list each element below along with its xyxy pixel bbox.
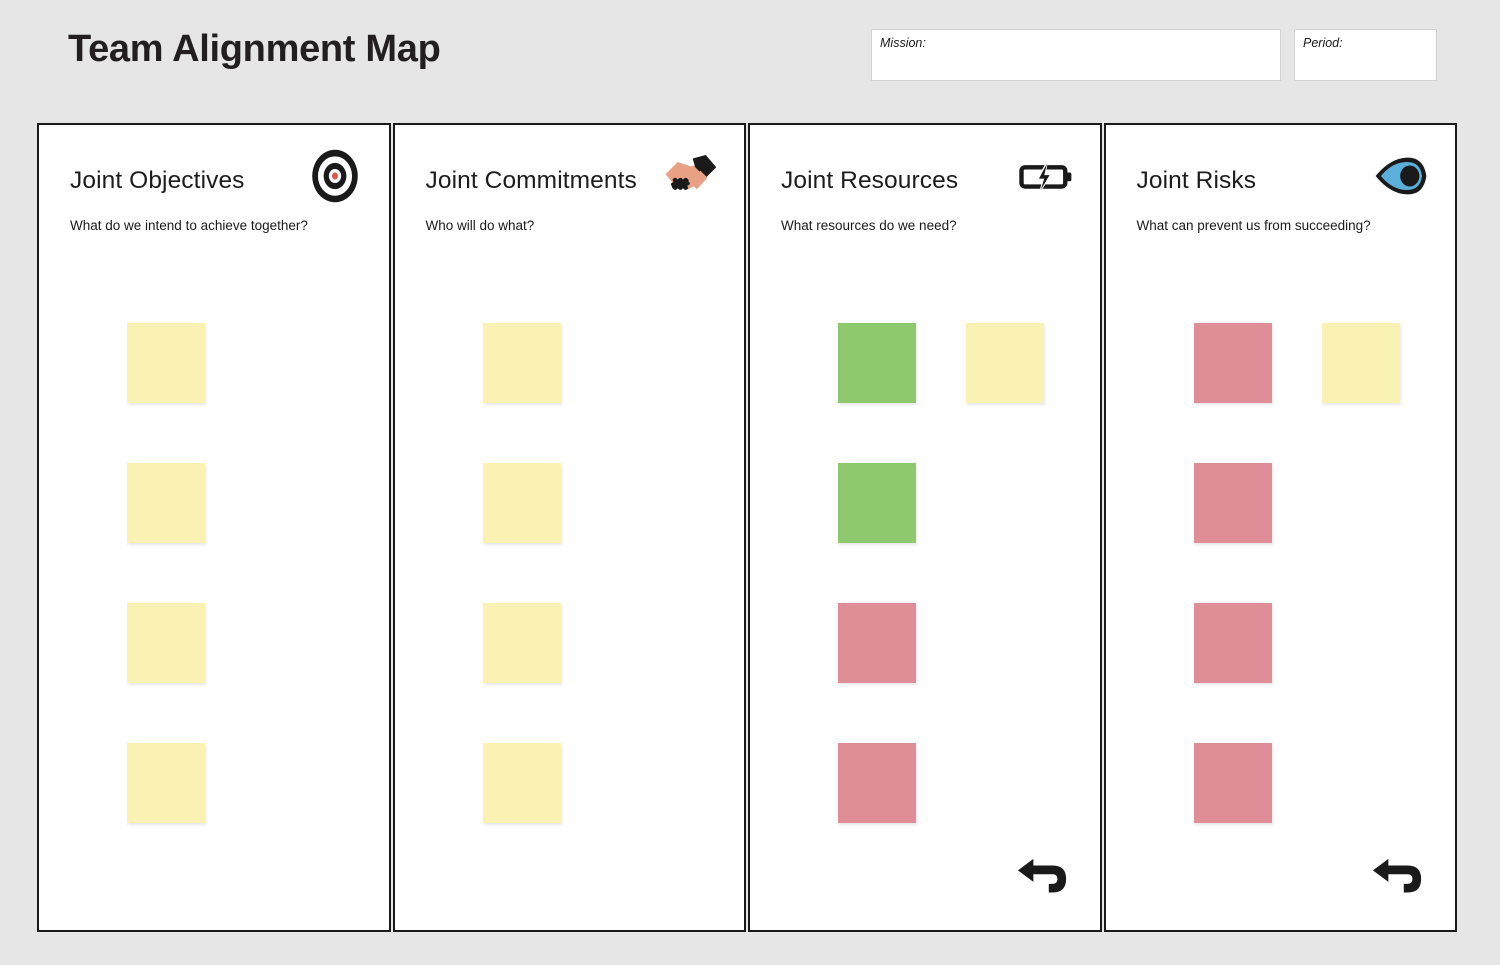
sticky-note[interactable] — [1193, 603, 1272, 683]
panel-header: Joint Resources What resources do we need… — [750, 125, 1100, 245]
sticky-note[interactable] — [1193, 323, 1272, 403]
page-header: Team Alignment Map Mission: Period: — [0, 0, 1500, 123]
panel-joint-commitments: Joint Commitments Who will do what? — [392, 123, 746, 932]
bullseye-target-icon — [303, 148, 367, 204]
panel-subtitle: What do we intend to achieve together? — [70, 218, 308, 233]
charging-battery-icon — [1014, 148, 1078, 204]
alignment-board: Joint Objectives What do we intend to ach… — [37, 123, 1457, 932]
sticky-note[interactable] — [482, 743, 561, 823]
mission-input[interactable] — [872, 52, 1280, 81]
handshake-icon — [658, 148, 722, 204]
panel-header: Joint Commitments Who will do what? — [395, 125, 745, 245]
panel-subtitle: What can prevent us from succeeding? — [1136, 218, 1371, 233]
sticky-note[interactable] — [127, 463, 205, 543]
sticky-note[interactable] — [127, 743, 205, 823]
panel-title: Joint Resources — [781, 167, 959, 194]
sticky-note[interactable] — [838, 743, 916, 823]
panel-joint-risks: Joint Risks What can prevent us from succ… — [1103, 123, 1457, 932]
sticky-note[interactable] — [1193, 463, 1272, 543]
panel-subtitle: What resources do we need? — [781, 218, 957, 233]
page-title: Team Alignment Map — [68, 28, 441, 70]
panel-header: Joint Objectives What do we intend to ach… — [39, 125, 389, 245]
panel-joint-resources: Joint Resources What resources do we need… — [748, 123, 1102, 932]
sticky-note[interactable] — [1321, 323, 1400, 403]
sticky-note[interactable] — [1193, 743, 1272, 823]
sticky-note[interactable] — [482, 603, 561, 683]
period-field[interactable]: Period: — [1294, 29, 1437, 81]
eye-icon — [1369, 148, 1433, 204]
sticky-notes-area — [750, 245, 1100, 930]
period-input[interactable] — [1295, 52, 1436, 81]
sticky-note[interactable] — [966, 323, 1044, 403]
sticky-notes-area — [39, 245, 389, 930]
sticky-notes-area — [395, 245, 745, 930]
sticky-note[interactable] — [127, 603, 205, 683]
panel-joint-objectives: Joint Objectives What do we intend to ach… — [37, 123, 391, 932]
panel-title: Joint Commitments — [425, 167, 637, 194]
leftwards-arrow-with-hook-icon[interactable] — [1367, 854, 1429, 906]
sticky-note[interactable] — [838, 463, 916, 543]
sticky-note[interactable] — [838, 603, 916, 683]
sticky-note[interactable] — [838, 323, 916, 403]
mission-label: Mission: — [880, 36, 926, 50]
period-label: Period: — [1303, 36, 1343, 50]
sticky-note[interactable] — [127, 323, 205, 403]
panel-title: Joint Objectives — [70, 167, 245, 194]
leftwards-arrow-with-hook-icon[interactable] — [1012, 854, 1074, 906]
panel-subtitle: Who will do what? — [425, 218, 535, 233]
sticky-notes-area — [1106, 245, 1456, 930]
sticky-note[interactable] — [482, 463, 561, 543]
panel-header: Joint Risks What can prevent us from succ… — [1106, 125, 1456, 245]
panel-title: Joint Risks — [1136, 167, 1257, 194]
mission-field[interactable]: Mission: — [871, 29, 1281, 81]
sticky-note[interactable] — [482, 323, 561, 403]
